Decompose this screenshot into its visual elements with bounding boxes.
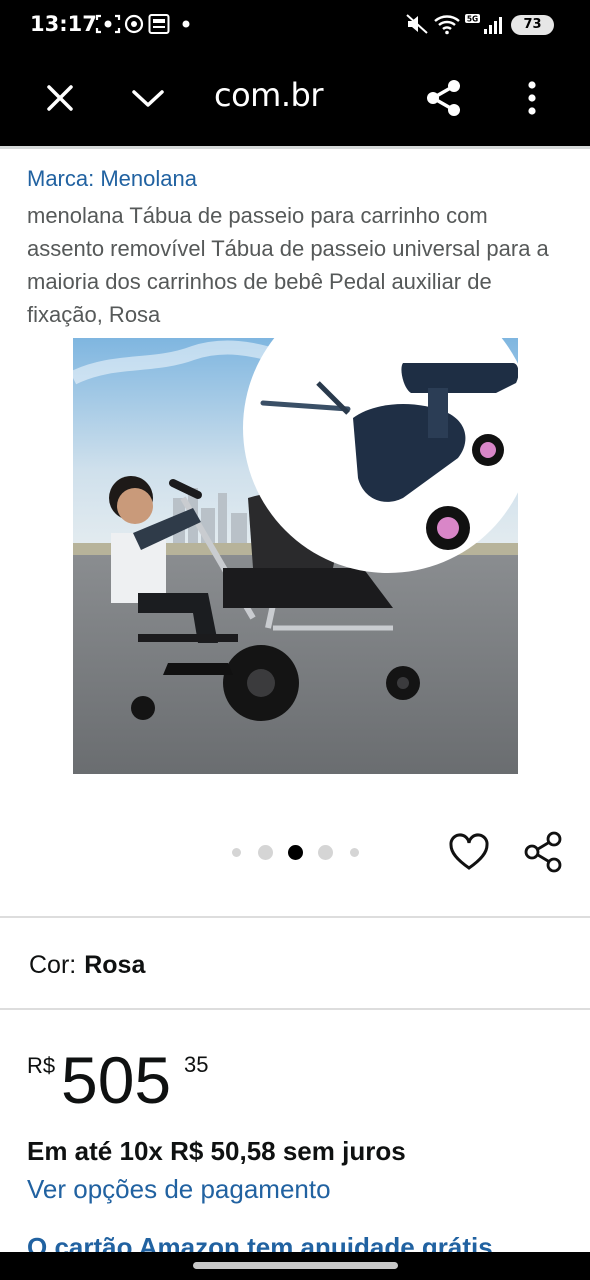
toolbar-divider [0,146,590,149]
news-icon [148,14,170,34]
system-nav-bar [0,1252,590,1280]
carousel-indicator[interactable] [230,844,370,860]
carousel-dot[interactable] [232,848,241,857]
battery-level: 73 [523,17,542,32]
mute-icon [406,14,428,34]
carousel-dot[interactable] [350,848,359,857]
notification-dot-icon [182,20,190,28]
battery-indicator: 73 [511,15,554,35]
carousel-dot[interactable] [258,845,273,860]
price-whole: 505 [61,1043,172,1117]
signal-icon: 5G [465,14,502,34]
svg-text:5G: 5G [467,15,478,24]
price-cents: 35 [184,1052,209,1077]
more-options-icon[interactable] [508,74,556,122]
url-text[interactable]: com.br [214,76,323,114]
price-currency: R$ [27,1053,56,1078]
installments-text: Em até 10x R$ 50,58 sem juros [27,1136,406,1166]
status-bar: 13:17 5G 73 [0,0,590,50]
product-image[interactable] [73,338,518,774]
payment-options-link[interactable]: Ver opções de pagamento [27,1174,331,1205]
carousel-dot-active[interactable] [288,845,303,860]
carousel-dot[interactable] [318,845,333,860]
close-icon[interactable] [36,74,84,122]
color-value: Rosa [84,951,146,979]
section-divider [0,1008,590,1010]
chrome-icon [124,14,144,34]
heart-icon[interactable] [448,832,490,874]
share-icon[interactable] [420,74,468,122]
color-label: Cor: [29,951,77,979]
custom-tab-toolbar: com.br [0,50,590,146]
home-gesture-handle[interactable] [193,1262,398,1269]
product-title: menolana Tábua de passeio para carrinho … [27,203,549,327]
brand-link[interactable]: Marca: Menolana [27,166,197,192]
color-selector[interactable]: Cor: Rosa [29,951,145,980]
share-icon[interactable] [522,830,564,874]
status-time: 13:17 [30,12,97,36]
wifi-icon [434,15,460,35]
chevron-down-icon[interactable] [124,74,172,122]
section-divider [0,916,590,918]
screenshot-icon [95,14,121,34]
